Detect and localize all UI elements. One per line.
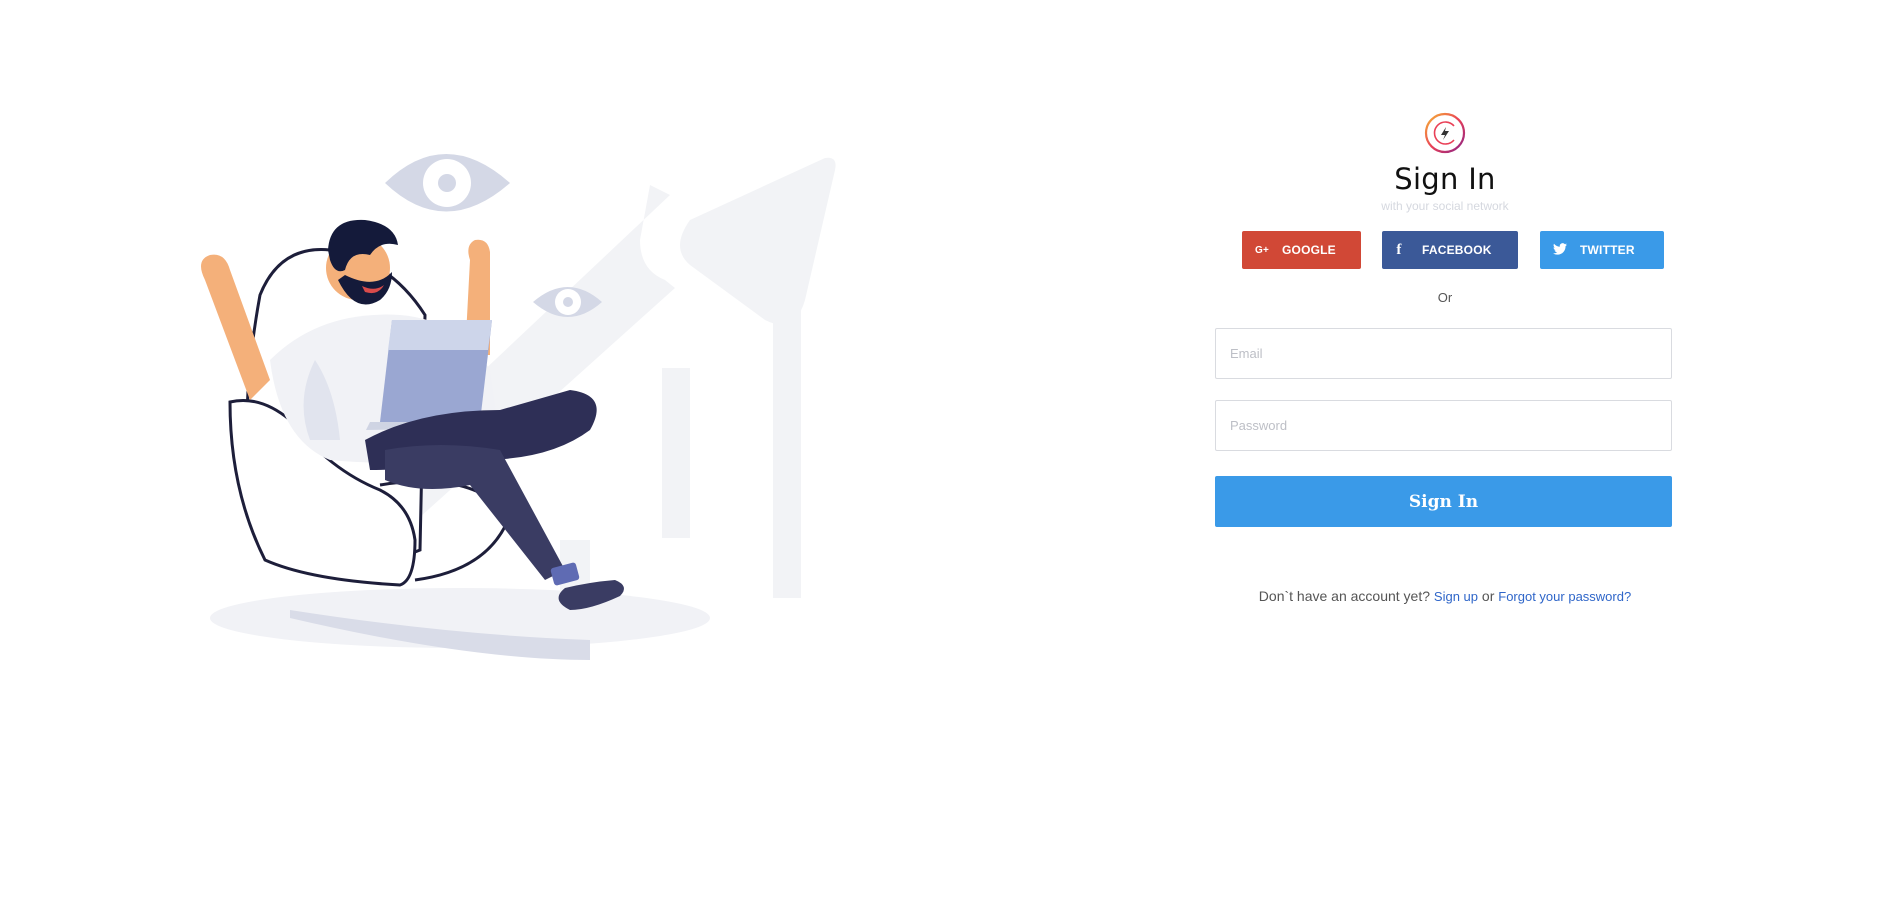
brand-logo-icon — [1424, 112, 1466, 154]
page-title: Sign In — [1394, 162, 1496, 196]
social-login-buttons: G+ GOOGLE f FACEBOOK TWITTER — [1215, 231, 1675, 269]
twitter-label: TWITTER — [1580, 243, 1635, 257]
facebook-login-button[interactable]: f FACEBOOK — [1382, 231, 1518, 269]
connector-text: or — [1481, 588, 1495, 604]
sign-in-button[interactable]: Sign In — [1215, 476, 1672, 527]
sign-in-page: Sign In with your social network G+ GOOG… — [0, 0, 1882, 905]
hero-illustration — [170, 140, 850, 680]
signup-prompt: Don`t have an account yet? Sign up or Fo… — [1215, 588, 1675, 604]
sign-up-link[interactable]: Sign up — [1434, 589, 1478, 604]
eye-graphic-large — [385, 154, 510, 212]
subtitle: with your social network — [1381, 199, 1509, 213]
google-label: GOOGLE — [1282, 243, 1336, 257]
facebook-label: FACEBOOK — [1422, 243, 1492, 257]
password-field[interactable] — [1215, 400, 1672, 451]
twitter-icon — [1540, 242, 1574, 258]
google-plus-icon: G+ — [1254, 244, 1270, 256]
sign-in-panel: Sign In with your social network G+ GOOG… — [1215, 112, 1675, 604]
google-login-button[interactable]: G+ GOOGLE — [1242, 231, 1361, 269]
forgot-password-link[interactable]: Forgot your password? — [1498, 589, 1631, 604]
email-field[interactable] — [1215, 328, 1672, 379]
twitter-login-button[interactable]: TWITTER — [1540, 231, 1664, 269]
signup-prompt-text: Don`t have an account yet? — [1258, 588, 1431, 604]
or-divider: Or — [1437, 290, 1453, 305]
facebook-icon: f — [1396, 241, 1402, 258]
